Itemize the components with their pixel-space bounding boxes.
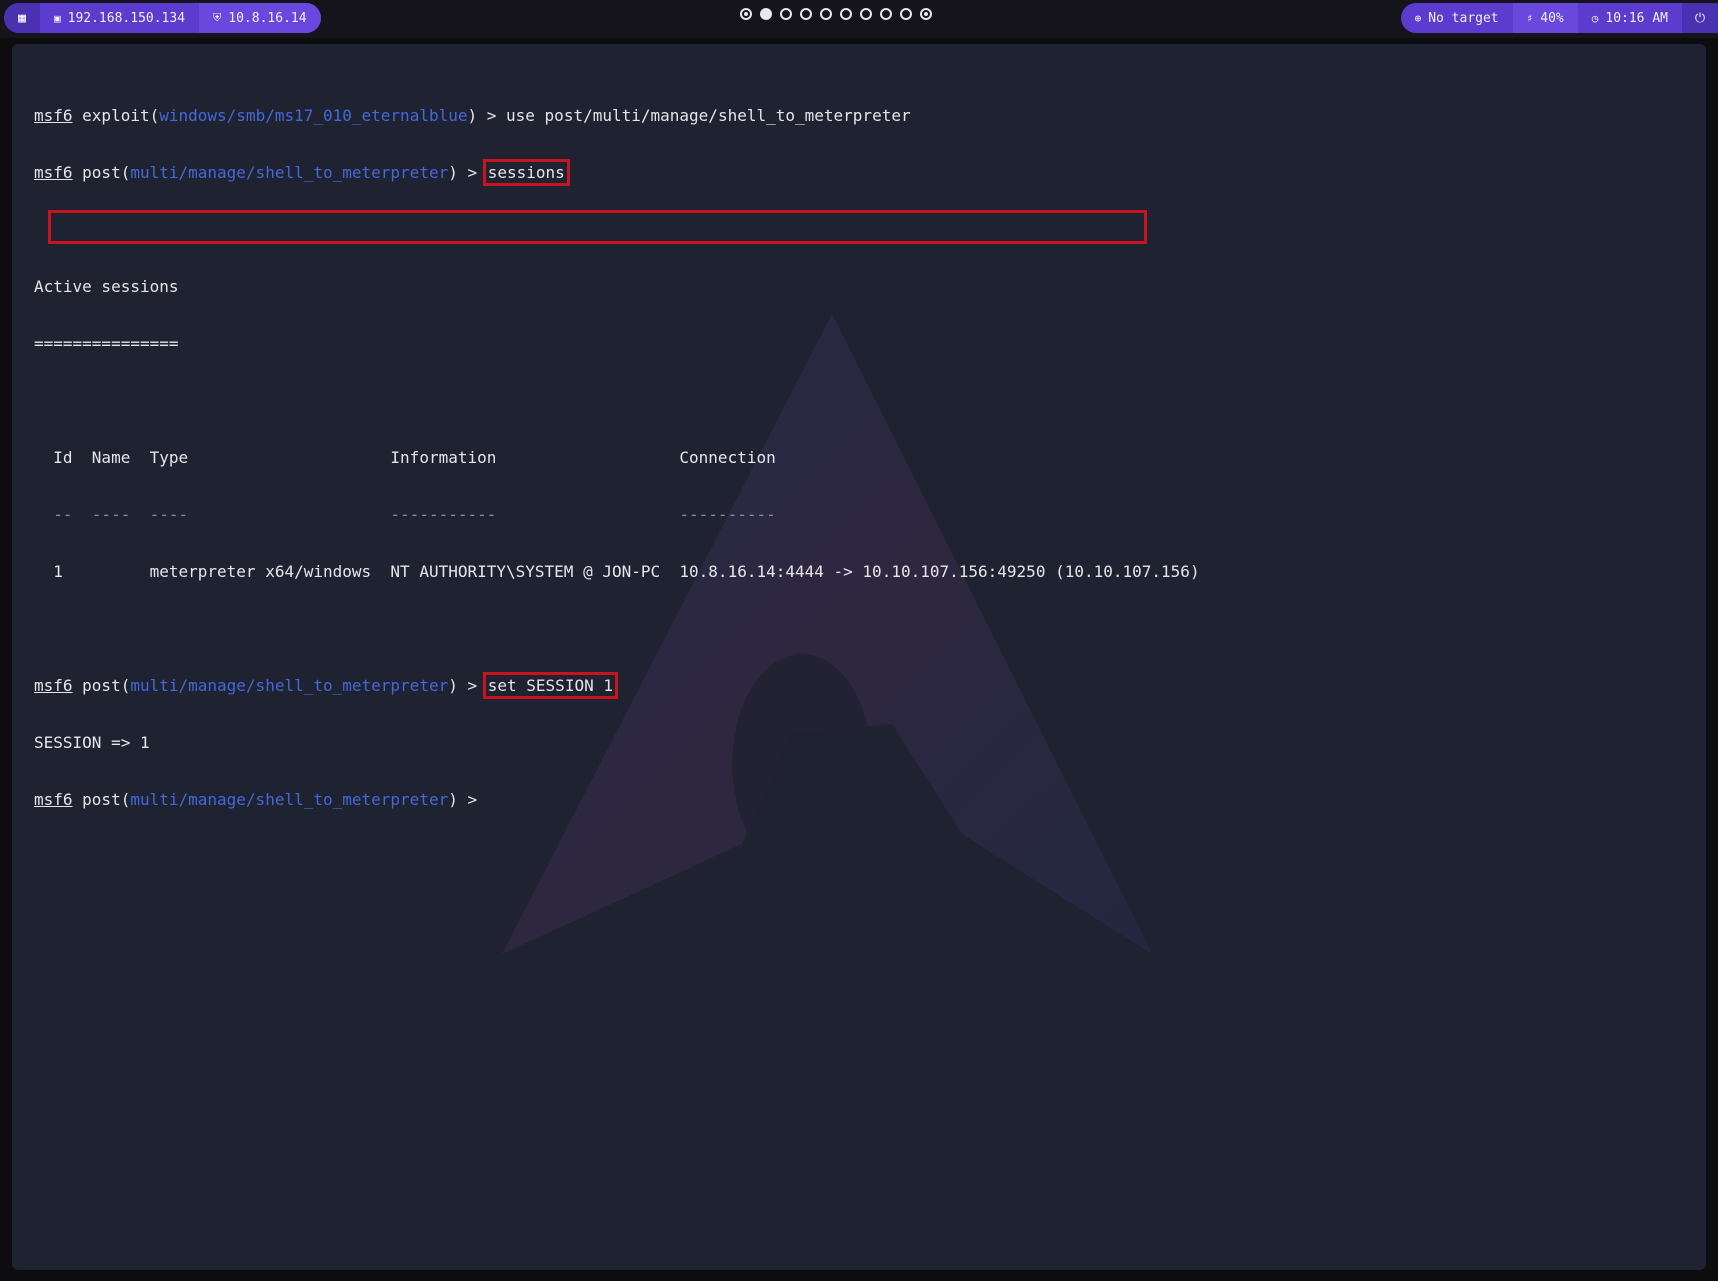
terminal-line-3: msf6 post(multi/manage/shell_to_meterpre… [34,672,1200,699]
sessions-heading: Active sessions [34,277,179,296]
target-label: No target [1428,10,1499,26]
power-button[interactable]: ⏻ [1682,3,1718,33]
clock-indicator[interactable]: ◷ 10:16 AM [1578,3,1682,33]
prompt-end: ) > [448,676,487,695]
workspace-1[interactable] [740,8,752,20]
power-icon: ⏻ [1694,10,1706,26]
prompt-msf6: msf6 [34,163,73,182]
clock-label: 10:16 AM [1605,10,1668,26]
terminal-line-4: msf6 post(multi/manage/shell_to_meterpre… [34,790,1200,809]
terminal-line-1: msf6 exploit(windows/smb/ms17_010_eterna… [34,106,1200,125]
workspace-4[interactable] [800,8,812,20]
workspace-5[interactable] [820,8,832,20]
status-pill-right: ⊕ No target ♯ 40% ◷ 10:16 AM ⏻ [1400,3,1718,33]
top-bar: ▦ ▣ 192.168.150.134 ⛨ 10.8.16.14 ⊕ No ta… [0,0,1718,38]
prompt-end: ) > [448,163,487,182]
highlighted-command-set-session: set SESSION 1 [482,672,618,699]
volume-indicator[interactable]: ♯ 40% [1512,3,1578,33]
local-ip-indicator: ▣ 192.168.150.134 [40,3,199,33]
sessions-heading-rule: =============== [34,334,179,353]
shield-icon: ⛨ [213,11,222,24]
module-name: multi/manage/shell_to_meterpreter [130,676,449,695]
sessions-table-rule: -- ---- ---- ----------- ---------- [34,505,776,524]
workspace-2[interactable] [760,8,772,20]
command-text: use post/multi/manage/shell_to_meterpret… [506,106,911,125]
sessions-table-header: Id Name Type Information Connection [34,448,776,467]
prompt-msf6: msf6 [34,106,73,125]
prompt-end: ) > [448,790,487,809]
prompt-end: ) > [467,106,507,125]
workspace-9[interactable] [900,8,912,20]
prompt-context: post( [72,676,131,695]
target-indicator[interactable]: ⊕ No target [1401,3,1513,33]
module-name: windows/smb/ms17_010_eternalblue [159,106,468,125]
module-name: multi/manage/shell_to_meterpreter [130,790,449,809]
highlighted-command-sessions: sessions [482,159,570,186]
command-output: SESSION => 1 [34,733,150,752]
workspace-3[interactable] [780,8,792,20]
prompt-context: post( [72,790,131,809]
terminal-output: msf6 exploit(windows/smb/ms17_010_eterna… [34,68,1200,847]
vpn-ip-indicator: ⛨ 10.8.16.14 [199,3,321,33]
workspace-8[interactable] [880,8,892,20]
prompt-msf6: msf6 [34,676,73,695]
local-ip-label: 192.168.150.134 [67,10,186,26]
volume-label: 40% [1540,10,1564,26]
workspace-7[interactable] [860,8,872,20]
clock-icon: ◷ [1591,11,1599,25]
terminal-window[interactable]: msf6 exploit(windows/smb/ms17_010_eterna… [12,44,1706,1270]
app-menu-button[interactable]: ▦ [4,3,40,33]
prompt-context: exploit( [72,106,160,125]
crosshair-icon: ⊕ [1414,11,1422,25]
monitor-icon: ▣ [54,11,61,25]
prompt-context: post( [72,163,131,182]
speaker-icon: ♯ [1526,11,1534,25]
prompt-msf6: msf6 [34,790,73,809]
grid-icon: ▦ [18,10,26,26]
module-name: multi/manage/shell_to_meterpreter [130,163,449,182]
table-row: 1 meterpreter x64/windows NT AUTHORITY\S… [34,562,1200,581]
workspace-10[interactable] [920,8,932,20]
status-pill-left: ▦ ▣ 192.168.150.134 ⛨ 10.8.16.14 [4,3,321,33]
workspace-6[interactable] [840,8,852,20]
workspace-switcher [740,8,932,20]
vpn-ip-label: 10.8.16.14 [228,10,307,26]
terminal-line-2: msf6 post(multi/manage/shell_to_meterpre… [34,159,1200,186]
